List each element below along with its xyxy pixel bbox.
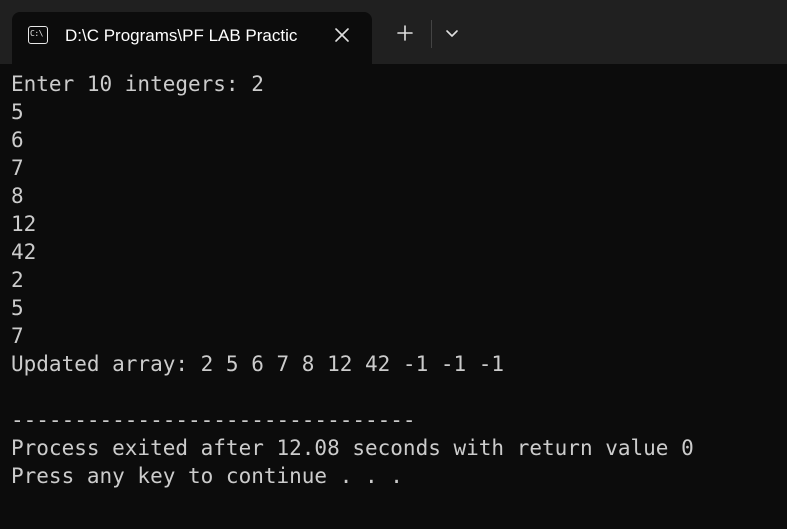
terminal-icon-label: C:\ xyxy=(30,29,43,38)
console-line: 7 xyxy=(11,324,24,348)
console-line: 8 xyxy=(11,184,24,208)
console-line: 6 xyxy=(11,128,24,152)
titlebar-divider xyxy=(431,20,432,48)
tab-dropdown-button[interactable] xyxy=(438,18,466,48)
console-line: 42 xyxy=(11,240,37,264)
console-output[interactable]: Enter 10 integers: 2 5 6 7 8 12 42 2 5 7… xyxy=(0,64,787,529)
close-icon xyxy=(335,28,349,42)
console-line: 2 xyxy=(11,268,24,292)
tab-title: D:\C Programs\PF LAB Practic xyxy=(65,26,298,45)
console-line: 7 xyxy=(11,156,24,180)
console-line: 5 xyxy=(11,100,24,124)
console-line: Process exited after 12.08 seconds with … xyxy=(11,436,694,460)
new-tab-button[interactable] xyxy=(390,18,420,48)
console-line: -------------------------------- xyxy=(11,408,416,432)
tab-active[interactable]: C:\ D:\C Programs\PF LAB Practic xyxy=(12,12,372,64)
title-bar: C:\ D:\C Programs\PF LAB Practic xyxy=(0,0,787,64)
close-tab-button[interactable] xyxy=(330,23,354,47)
console-line: Updated array: 2 5 6 7 8 12 42 -1 -1 -1 xyxy=(11,352,505,376)
console-line: 5 xyxy=(11,296,24,320)
chevron-down-icon xyxy=(446,30,458,37)
console-line: Press any key to continue . . . xyxy=(11,464,403,488)
console-line: Enter 10 integers: 2 xyxy=(11,72,264,96)
console-line: 12 xyxy=(11,212,37,236)
terminal-icon: C:\ xyxy=(28,26,48,44)
terminal-window: C:\ D:\C Programs\PF LAB Practic Enter 1… xyxy=(0,0,787,529)
plus-icon xyxy=(397,25,413,41)
